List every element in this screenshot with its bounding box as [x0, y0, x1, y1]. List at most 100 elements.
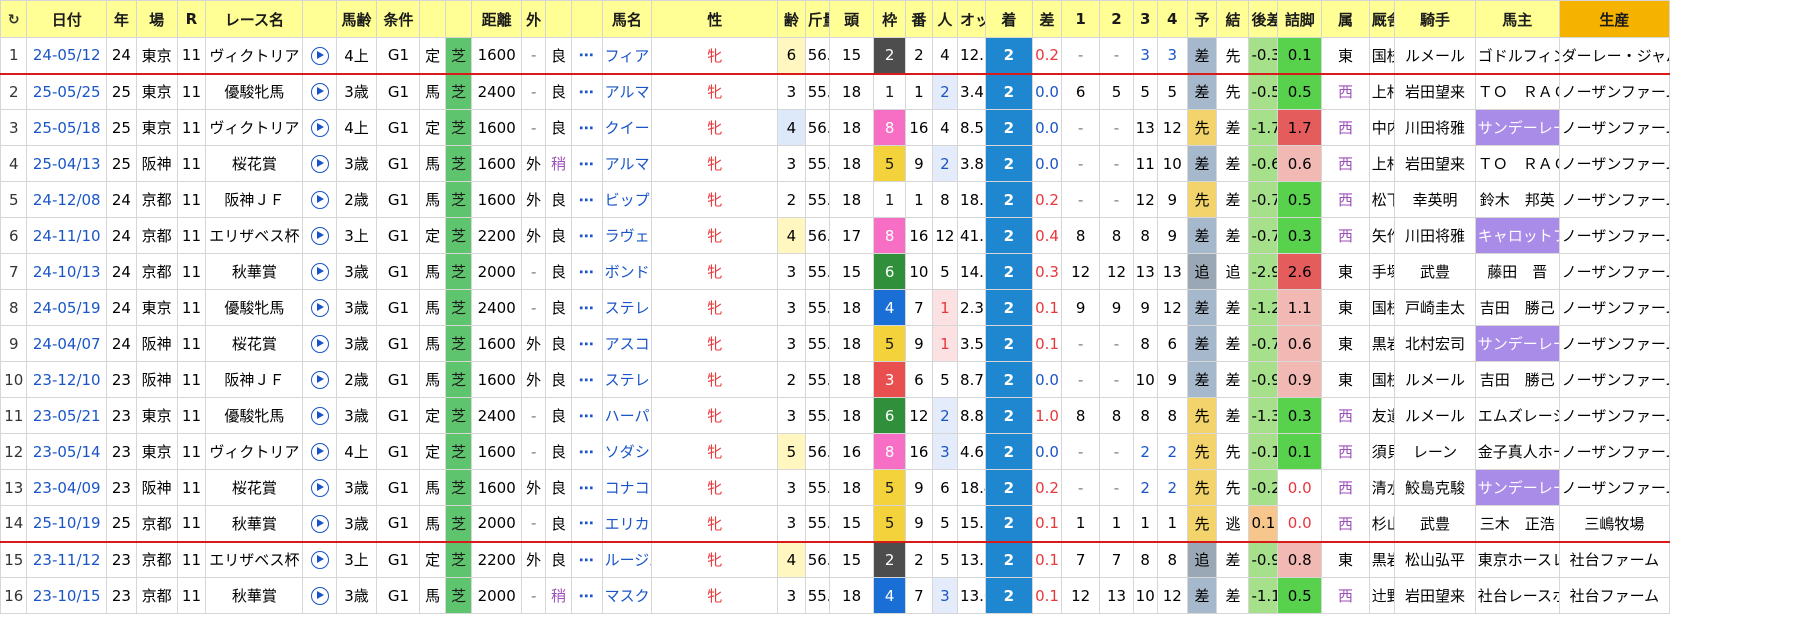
- video-play-icon[interactable]: [302, 217, 337, 254]
- col-out[interactable]: 外: [521, 0, 547, 38]
- video-play-icon[interactable]: [302, 325, 337, 362]
- horse-name-link[interactable]: ビップデイジー: [601, 181, 653, 218]
- play-icon[interactable]: [310, 118, 329, 137]
- horse-name-link[interactable]: アルマヴェローチェ: [601, 145, 653, 182]
- more-icon[interactable]: ⋯: [570, 397, 603, 434]
- col-pop[interactable]: 人: [931, 0, 959, 38]
- col-age[interactable]: 齢: [777, 0, 806, 38]
- col-odds[interactable]: オッズ: [957, 0, 986, 38]
- col-waku[interactable]: 枠: [873, 0, 907, 38]
- play-icon[interactable]: [310, 586, 329, 605]
- ellipsis-icon[interactable]: ⋯: [579, 155, 595, 173]
- more-icon[interactable]: ⋯: [570, 505, 603, 543]
- more-icon[interactable]: ⋯: [570, 145, 603, 182]
- col-date[interactable]: 日付: [26, 0, 107, 38]
- ellipsis-icon[interactable]: ⋯: [579, 587, 595, 605]
- col-ban[interactable]: 番: [905, 0, 933, 38]
- video-play-icon[interactable]: [302, 397, 337, 434]
- refresh-icon[interactable]: ↻: [0, 0, 28, 38]
- col-owner[interactable]: 馬主: [1474, 0, 1560, 38]
- horse-name-link[interactable]: フィアスプライド: [601, 37, 653, 75]
- horse-name-link[interactable]: ステレンボッシュ: [601, 361, 653, 398]
- col-tou[interactable]: 頭: [828, 0, 875, 38]
- more-icon[interactable]: ⋯: [570, 577, 603, 614]
- race-date-link[interactable]: 25-10/19: [26, 505, 107, 543]
- horse-name-link[interactable]: アルマヴェローチェ: [601, 73, 653, 110]
- play-icon[interactable]: [310, 370, 329, 389]
- play-icon[interactable]: [310, 334, 329, 353]
- horse-name-link[interactable]: ハーパー: [601, 397, 653, 434]
- horse-name-link[interactable]: ラヴェル: [601, 217, 653, 254]
- race-date-link[interactable]: 23-10/15: [26, 577, 107, 614]
- play-icon[interactable]: [310, 406, 329, 425]
- video-play-icon[interactable]: [302, 505, 337, 543]
- ellipsis-icon[interactable]: ⋯: [579, 479, 595, 497]
- race-date-link[interactable]: 23-11/12: [26, 541, 107, 578]
- ellipsis-icon[interactable]: ⋯: [579, 551, 595, 569]
- more-icon[interactable]: ⋯: [570, 181, 603, 218]
- video-play-icon[interactable]: [302, 361, 337, 398]
- ellipsis-icon[interactable]: ⋯: [579, 443, 595, 461]
- col-place[interactable]: 場: [135, 0, 178, 38]
- race-date-link[interactable]: 24-11/10: [26, 217, 107, 254]
- race-date-link[interactable]: 25-05/18: [26, 109, 107, 146]
- race-date-link[interactable]: 25-05/25: [26, 73, 107, 110]
- col-dist[interactable]: 距離: [471, 0, 523, 38]
- video-play-icon[interactable]: [302, 37, 337, 75]
- race-date-link[interactable]: 24-12/08: [26, 181, 107, 218]
- play-icon[interactable]: [310, 298, 329, 317]
- col-sa[interactable]: 差: [1032, 0, 1062, 38]
- video-play-icon[interactable]: [302, 181, 337, 218]
- col-c4[interactable]: 4: [1156, 0, 1188, 38]
- col-horse[interactable]: 馬名: [601, 0, 653, 38]
- col-kishu[interactable]: 騎手: [1394, 0, 1476, 38]
- more-icon[interactable]: ⋯: [570, 73, 603, 110]
- horse-name-link[interactable]: ステレンボッシュ: [601, 289, 653, 326]
- horse-name-link[interactable]: コナコースト: [601, 469, 653, 506]
- horse-name-link[interactable]: マスクトディーヴァ: [601, 577, 653, 614]
- col-year[interactable]: 年: [105, 0, 137, 38]
- race-date-link[interactable]: 24-05/12: [26, 37, 107, 75]
- play-icon[interactable]: [310, 478, 329, 497]
- play-icon[interactable]: [310, 262, 329, 281]
- more-icon[interactable]: ⋯: [570, 217, 603, 254]
- race-date-link[interactable]: 25-04/13: [26, 145, 107, 182]
- col-cond[interactable]: 条件: [376, 0, 421, 38]
- ellipsis-icon[interactable]: ⋯: [579, 46, 595, 64]
- play-icon[interactable]: [310, 442, 329, 461]
- play-icon[interactable]: [310, 514, 329, 533]
- col-seisan[interactable]: 生産: [1558, 0, 1671, 38]
- col-chaku[interactable]: 着: [984, 0, 1034, 38]
- col-c1[interactable]: 1: [1060, 0, 1101, 38]
- ellipsis-icon[interactable]: ⋯: [579, 83, 595, 101]
- more-icon[interactable]: ⋯: [570, 433, 603, 470]
- col-yo[interactable]: 予: [1186, 0, 1218, 38]
- col-c3[interactable]: 3: [1132, 0, 1158, 38]
- more-icon[interactable]: ⋯: [570, 361, 603, 398]
- col-kyu[interactable]: 厩舎: [1368, 0, 1396, 38]
- col-age-cond[interactable]: 馬齢: [335, 0, 378, 38]
- race-date-link[interactable]: 23-12/10: [26, 361, 107, 398]
- ellipsis-icon[interactable]: ⋯: [579, 514, 595, 532]
- ellipsis-icon[interactable]: ⋯: [579, 191, 595, 209]
- horse-name-link[interactable]: ソダシ: [601, 433, 653, 470]
- video-play-icon[interactable]: [302, 73, 337, 110]
- video-play-icon[interactable]: [302, 577, 337, 614]
- more-icon[interactable]: ⋯: [570, 541, 603, 578]
- race-date-link[interactable]: 23-05/21: [26, 397, 107, 434]
- race-date-link[interactable]: 23-05/14: [26, 433, 107, 470]
- video-play-icon[interactable]: [302, 253, 337, 290]
- col-sex[interactable]: 性: [651, 0, 779, 38]
- video-play-icon[interactable]: [302, 289, 337, 326]
- col-ato[interactable]: 後差: [1248, 0, 1279, 38]
- horse-name-link[interactable]: クイーンズウォーク: [601, 109, 653, 146]
- col-r[interactable]: R: [176, 0, 207, 38]
- horse-name-link[interactable]: エリカエクスプレス: [601, 505, 653, 543]
- horse-name-link[interactable]: アスコリピチェーノ: [601, 325, 653, 362]
- race-date-link[interactable]: 24-10/13: [26, 253, 107, 290]
- play-icon[interactable]: [310, 551, 329, 569]
- more-icon[interactable]: ⋯: [570, 253, 603, 290]
- play-icon[interactable]: [310, 83, 329, 101]
- play-icon[interactable]: [310, 190, 329, 209]
- ellipsis-icon[interactable]: ⋯: [579, 263, 595, 281]
